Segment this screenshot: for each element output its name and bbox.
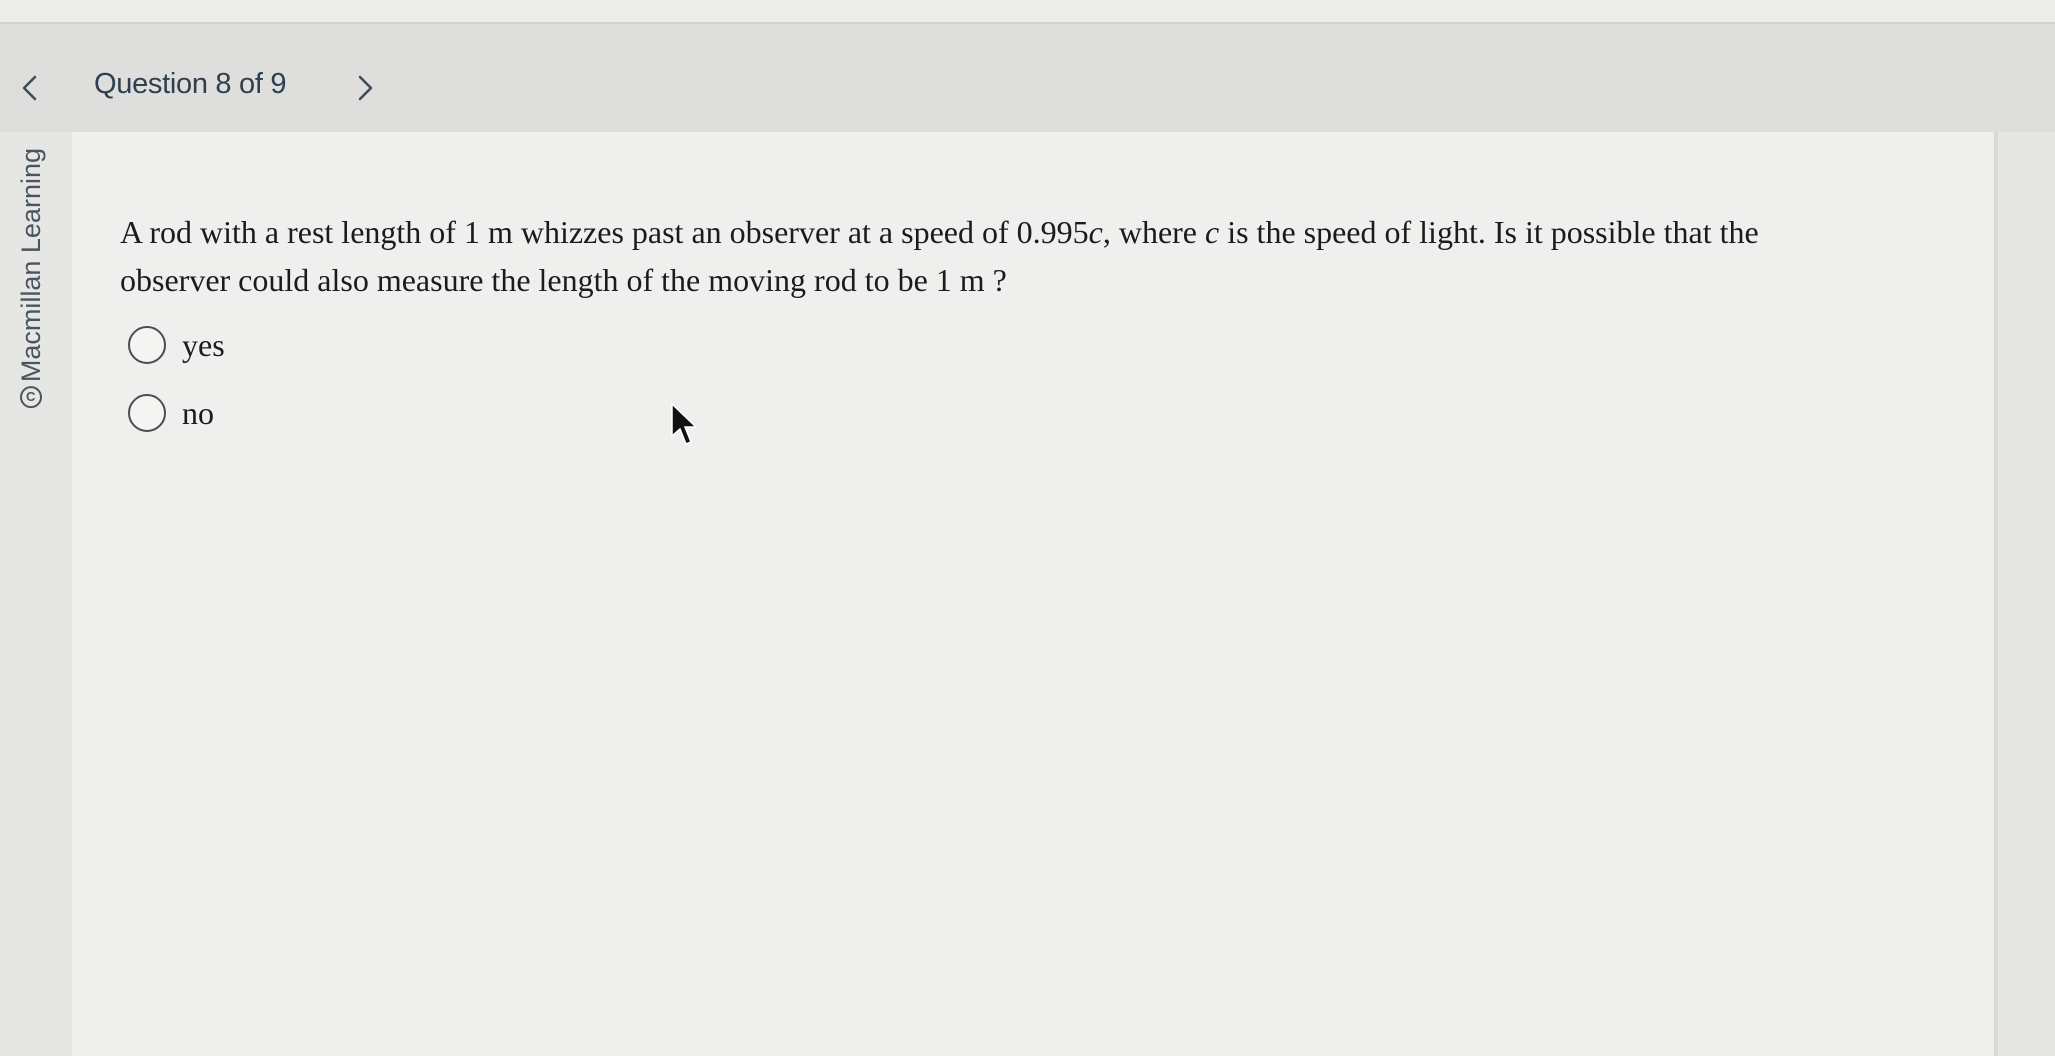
- question-text-part: A rod with a rest length of 1 m whizzes …: [120, 214, 1089, 250]
- brand-label: C Macmillan Learning: [15, 148, 47, 409]
- radio-button-no[interactable]: [128, 394, 166, 432]
- mouse-cursor-icon: [671, 402, 698, 445]
- top-border: [0, 0, 2055, 24]
- option-label-yes: yes: [182, 326, 225, 363]
- question-header: Question 8 of 9: [0, 24, 2055, 132]
- option-label-no: no: [182, 394, 214, 431]
- variable-c: c: [1088, 214, 1103, 250]
- question-counter: Question 8 of 9: [94, 68, 287, 100]
- question-text: A rod with a rest length of 1 m whizzes …: [120, 208, 1820, 304]
- chevron-right-icon: [358, 75, 373, 101]
- question-text-part: , where: [1102, 214, 1205, 250]
- option-no[interactable]: no: [128, 390, 214, 436]
- option-yes[interactable]: yes: [128, 322, 225, 368]
- brand-name: Macmillan Learning: [15, 148, 46, 383]
- copyright-icon: C: [20, 386, 42, 409]
- variable-c: c: [1205, 214, 1220, 250]
- next-question-button[interactable]: [345, 64, 385, 112]
- brand-sidebar: C Macmillan Learning: [12, 148, 50, 464]
- chevron-left-icon: [22, 75, 37, 101]
- radio-button-yes[interactable]: [128, 326, 166, 364]
- previous-question-button[interactable]: [10, 64, 50, 112]
